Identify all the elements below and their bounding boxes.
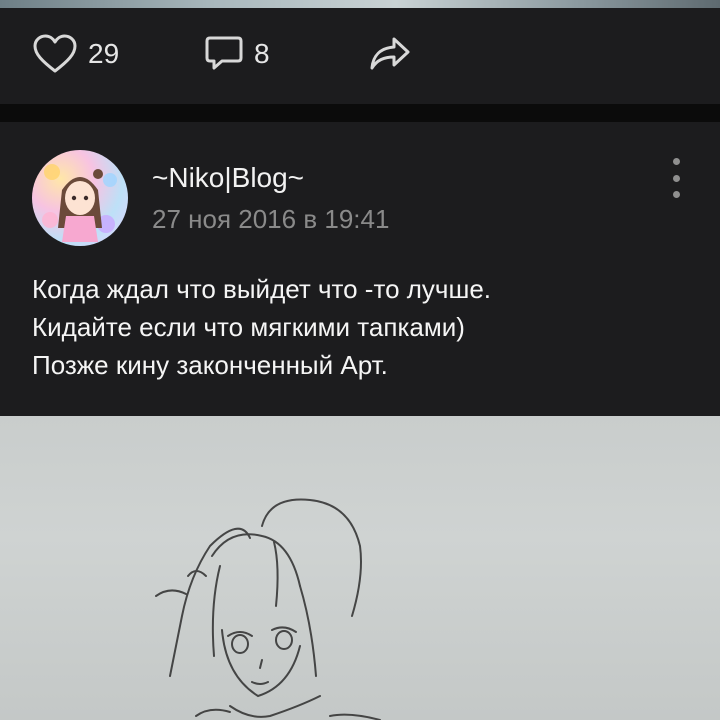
previous-post-image[interactable] xyxy=(0,0,720,8)
share-icon xyxy=(368,34,412,74)
post-card: ~Niko|Blog~ 27 ноя 2016 в 19:41 Когда жд… xyxy=(0,122,720,416)
post-text-line: Кидайте если что мягкими тапками) xyxy=(32,312,465,342)
post-date: 27 ноя 2016 в 19:41 xyxy=(152,204,390,234)
post-text-line: Позже кину законченный Арт. xyxy=(32,350,388,380)
comment-icon xyxy=(204,34,244,74)
likes-count: 29 xyxy=(88,38,120,69)
post-text-line: Когда ждал что выйдет что -то лучше. xyxy=(32,274,492,304)
more-vertical-icon[interactable] xyxy=(664,158,688,198)
post-image[interactable] xyxy=(0,416,720,720)
heart-icon xyxy=(32,34,78,74)
post-text: Когда ждал что выйдет что -то лучше. Кид… xyxy=(32,270,692,384)
post-separator xyxy=(0,104,720,122)
avatar[interactable] xyxy=(32,150,128,246)
share-button[interactable] xyxy=(368,30,412,78)
like-button[interactable]: 29 xyxy=(32,30,119,78)
comment-button[interactable]: 8 xyxy=(204,30,270,78)
sketch-drawing xyxy=(155,498,381,720)
comments-count: 8 xyxy=(254,38,270,69)
previous-post-actions: 29 8 xyxy=(0,8,720,104)
author-name[interactable]: ~Niko|Blog~ xyxy=(152,162,304,194)
